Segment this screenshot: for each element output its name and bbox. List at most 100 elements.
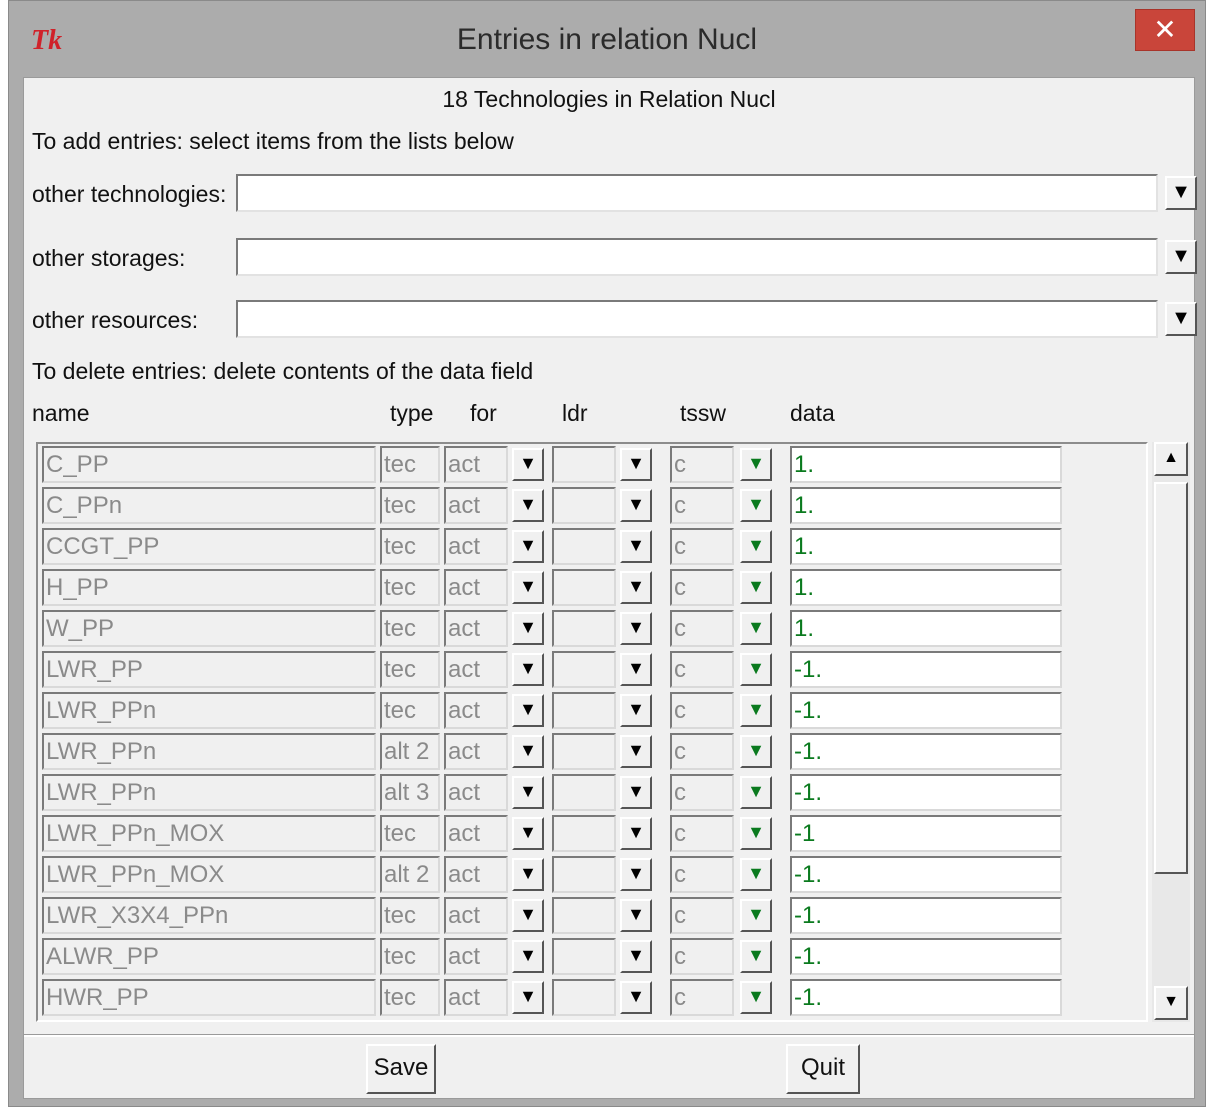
- for-dropdown-button[interactable]: ▼: [512, 694, 544, 727]
- for-field[interactable]: act: [444, 487, 508, 524]
- other-resources-dropdown-button[interactable]: ▼: [1165, 302, 1197, 336]
- ldr-field[interactable]: [552, 938, 616, 975]
- tssw-field[interactable]: c: [670, 897, 734, 934]
- ldr-dropdown-button[interactable]: ▼: [620, 899, 652, 932]
- ldr-field[interactable]: [552, 487, 616, 524]
- for-field[interactable]: act: [444, 651, 508, 688]
- ldr-field[interactable]: [552, 733, 616, 770]
- for-field[interactable]: act: [444, 610, 508, 647]
- for-field[interactable]: act: [444, 446, 508, 483]
- for-dropdown-button[interactable]: ▼: [512, 735, 544, 768]
- for-dropdown-button[interactable]: ▼: [512, 653, 544, 686]
- tssw-field[interactable]: c: [670, 938, 734, 975]
- ldr-field[interactable]: [552, 897, 616, 934]
- data-field[interactable]: 1.: [790, 446, 1062, 483]
- other-technologies-field[interactable]: [236, 174, 1158, 212]
- for-dropdown-button[interactable]: ▼: [512, 981, 544, 1014]
- data-field[interactable]: 1.: [790, 487, 1062, 524]
- other-storages-field[interactable]: [236, 238, 1158, 276]
- tssw-field[interactable]: c: [670, 979, 734, 1016]
- tssw-dropdown-button[interactable]: ▼: [740, 530, 772, 563]
- for-dropdown-button[interactable]: ▼: [512, 612, 544, 645]
- for-field[interactable]: act: [444, 815, 508, 852]
- data-field[interactable]: -1.: [790, 856, 1062, 893]
- ldr-dropdown-button[interactable]: ▼: [620, 653, 652, 686]
- data-field[interactable]: -1.: [790, 733, 1062, 770]
- for-dropdown-button[interactable]: ▼: [512, 776, 544, 809]
- tssw-dropdown-button[interactable]: ▼: [740, 776, 772, 809]
- data-field[interactable]: -1.: [790, 979, 1062, 1016]
- ldr-dropdown-button[interactable]: ▼: [620, 448, 652, 481]
- tssw-dropdown-button[interactable]: ▼: [740, 858, 772, 891]
- data-field[interactable]: -1.: [790, 897, 1062, 934]
- data-field[interactable]: 1.: [790, 610, 1062, 647]
- tssw-field[interactable]: c: [670, 651, 734, 688]
- ldr-dropdown-button[interactable]: ▼: [620, 817, 652, 850]
- save-button[interactable]: Save: [366, 1044, 436, 1094]
- tssw-field[interactable]: c: [670, 528, 734, 565]
- close-button[interactable]: ✕: [1135, 9, 1195, 51]
- data-field[interactable]: -1: [790, 815, 1062, 852]
- for-field[interactable]: act: [444, 569, 508, 606]
- for-field[interactable]: act: [444, 733, 508, 770]
- tssw-field[interactable]: c: [670, 610, 734, 647]
- ldr-dropdown-button[interactable]: ▼: [620, 940, 652, 973]
- for-dropdown-button[interactable]: ▼: [512, 571, 544, 604]
- tssw-dropdown-button[interactable]: ▼: [740, 817, 772, 850]
- ldr-dropdown-button[interactable]: ▼: [620, 776, 652, 809]
- ldr-field[interactable]: [552, 528, 616, 565]
- ldr-field[interactable]: [552, 569, 616, 606]
- for-dropdown-button[interactable]: ▼: [512, 940, 544, 973]
- data-field[interactable]: -1.: [790, 938, 1062, 975]
- ldr-field[interactable]: [552, 815, 616, 852]
- tssw-dropdown-button[interactable]: ▼: [740, 489, 772, 522]
- for-dropdown-button[interactable]: ▼: [512, 489, 544, 522]
- ldr-field[interactable]: [552, 446, 616, 483]
- other-resources-field[interactable]: [236, 300, 1158, 338]
- for-dropdown-button[interactable]: ▼: [512, 858, 544, 891]
- for-field[interactable]: act: [444, 856, 508, 893]
- tssw-dropdown-button[interactable]: ▼: [740, 981, 772, 1014]
- tssw-field[interactable]: c: [670, 856, 734, 893]
- tssw-dropdown-button[interactable]: ▼: [740, 612, 772, 645]
- ldr-field[interactable]: [552, 979, 616, 1016]
- for-field[interactable]: act: [444, 897, 508, 934]
- for-field[interactable]: act: [444, 528, 508, 565]
- scroll-down-button[interactable]: ▼: [1154, 986, 1188, 1020]
- tssw-field[interactable]: c: [670, 774, 734, 811]
- ldr-dropdown-button[interactable]: ▼: [620, 612, 652, 645]
- ldr-field[interactable]: [552, 774, 616, 811]
- tssw-field[interactable]: c: [670, 692, 734, 729]
- other-technologies-dropdown-button[interactable]: ▼: [1165, 176, 1197, 210]
- scroll-up-button[interactable]: ▲: [1154, 442, 1188, 476]
- tssw-field[interactable]: c: [670, 446, 734, 483]
- tssw-dropdown-button[interactable]: ▼: [740, 940, 772, 973]
- ldr-dropdown-button[interactable]: ▼: [620, 571, 652, 604]
- tssw-dropdown-button[interactable]: ▼: [740, 448, 772, 481]
- for-field[interactable]: act: [444, 938, 508, 975]
- tssw-field[interactable]: c: [670, 569, 734, 606]
- scrollbar-thumb[interactable]: [1154, 482, 1188, 874]
- tssw-dropdown-button[interactable]: ▼: [740, 735, 772, 768]
- ldr-field[interactable]: [552, 692, 616, 729]
- data-field[interactable]: -1.: [790, 692, 1062, 729]
- ldr-dropdown-button[interactable]: ▼: [620, 981, 652, 1014]
- tssw-dropdown-button[interactable]: ▼: [740, 653, 772, 686]
- ldr-field[interactable]: [552, 856, 616, 893]
- for-field[interactable]: act: [444, 979, 508, 1016]
- tssw-field[interactable]: c: [670, 733, 734, 770]
- data-field[interactable]: 1.: [790, 569, 1062, 606]
- for-dropdown-button[interactable]: ▼: [512, 899, 544, 932]
- tssw-dropdown-button[interactable]: ▼: [740, 571, 772, 604]
- tssw-dropdown-button[interactable]: ▼: [740, 694, 772, 727]
- ldr-field[interactable]: [552, 610, 616, 647]
- for-dropdown-button[interactable]: ▼: [512, 448, 544, 481]
- data-field[interactable]: -1.: [790, 651, 1062, 688]
- for-field[interactable]: act: [444, 774, 508, 811]
- title-bar[interactable]: Tk Entries in relation Nucl ✕: [9, 1, 1205, 77]
- tssw-field[interactable]: c: [670, 487, 734, 524]
- for-field[interactable]: act: [444, 692, 508, 729]
- for-dropdown-button[interactable]: ▼: [512, 530, 544, 563]
- tssw-field[interactable]: c: [670, 815, 734, 852]
- ldr-dropdown-button[interactable]: ▼: [620, 694, 652, 727]
